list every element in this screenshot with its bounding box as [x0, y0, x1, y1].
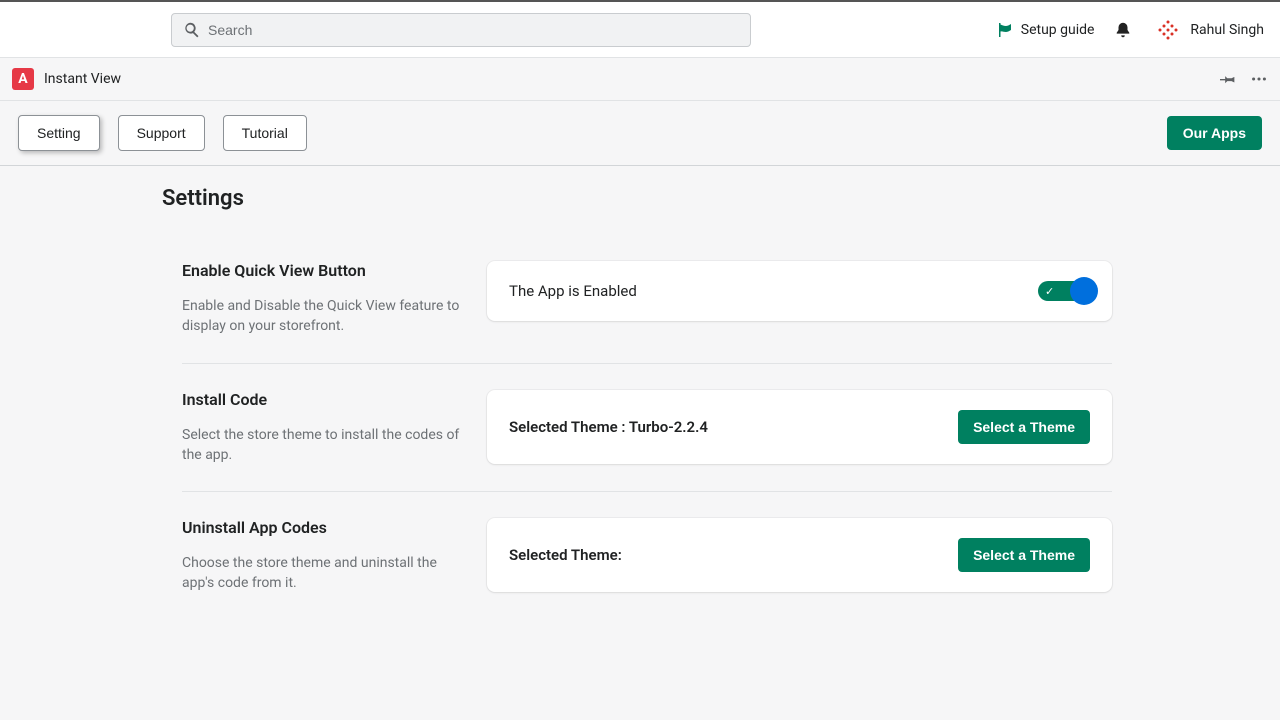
topbar: Setup guide Rahul Singh	[0, 2, 1280, 58]
search-icon	[183, 21, 201, 39]
section-enable: Enable Quick View Button Enable and Disa…	[182, 261, 1112, 363]
content: Settings Enable Quick View Button Enable…	[0, 166, 1280, 620]
avatar	[1154, 18, 1182, 42]
check-icon: ✓	[1045, 285, 1054, 298]
enable-toggle[interactable]: ✓	[1038, 281, 1090, 301]
select-theme-button[interactable]: Select a Theme	[958, 538, 1090, 572]
uninstall-theme-text: Selected Theme:	[509, 546, 958, 564]
app-header: A Instant View	[0, 58, 1280, 101]
section-title: Install Code	[182, 390, 467, 409]
page-title: Settings	[162, 186, 1280, 211]
user-name: Rahul Singh	[1190, 22, 1264, 38]
tab-support[interactable]: Support	[118, 115, 205, 151]
section-title: Uninstall App Codes	[182, 518, 467, 537]
tab-setting[interactable]: Setting	[18, 115, 100, 151]
section-install: Install Code Select the store theme to i…	[182, 364, 1112, 492]
user-menu[interactable]: Rahul Singh	[1154, 18, 1264, 42]
toggle-knob	[1070, 277, 1098, 305]
tab-tutorial[interactable]: Tutorial	[223, 115, 307, 151]
our-apps-button[interactable]: Our Apps	[1167, 116, 1262, 150]
setup-guide-link[interactable]: Setup guide	[997, 22, 1095, 38]
flag-icon	[997, 22, 1013, 38]
selected-label: Selected Theme :	[509, 418, 629, 436]
app-title: Instant View	[44, 71, 121, 87]
section-uninstall: Uninstall App Codes Choose the store the…	[182, 492, 1112, 620]
bell-icon[interactable]	[1114, 21, 1132, 39]
install-card: Selected Theme : Turbo-2.2.4 Select a Th…	[487, 390, 1112, 464]
search-input[interactable]	[171, 13, 751, 47]
setup-guide-label: Setup guide	[1021, 22, 1095, 38]
section-left: Install Code Select the store theme to i…	[182, 390, 487, 466]
select-theme-button[interactable]: Select a Theme	[958, 410, 1090, 444]
pin-icon[interactable]	[1220, 71, 1236, 87]
section-desc: Select the store theme to install the co…	[182, 425, 467, 466]
section-title: Enable Quick View Button	[182, 261, 467, 280]
selected-value: Turbo-2.2.4	[629, 418, 708, 436]
selected-label: Selected Theme:	[509, 546, 622, 564]
section-left: Uninstall App Codes Choose the store the…	[182, 518, 487, 594]
tabs-row: Setting Support Tutorial Our Apps	[0, 101, 1280, 166]
install-theme-text: Selected Theme : Turbo-2.2.4	[509, 418, 958, 436]
app-icon: A	[12, 68, 34, 90]
search-wrap	[171, 13, 751, 47]
section-left: Enable Quick View Button Enable and Disa…	[182, 261, 487, 337]
enable-status-text: The App is Enabled	[509, 282, 1038, 300]
more-icon[interactable]	[1250, 70, 1268, 88]
section-desc: Enable and Disable the Quick View featur…	[182, 296, 467, 337]
section-desc: Choose the store theme and uninstall the…	[182, 553, 467, 594]
uninstall-card: Selected Theme: Select a Theme	[487, 518, 1112, 592]
enable-card: The App is Enabled ✓	[487, 261, 1112, 321]
